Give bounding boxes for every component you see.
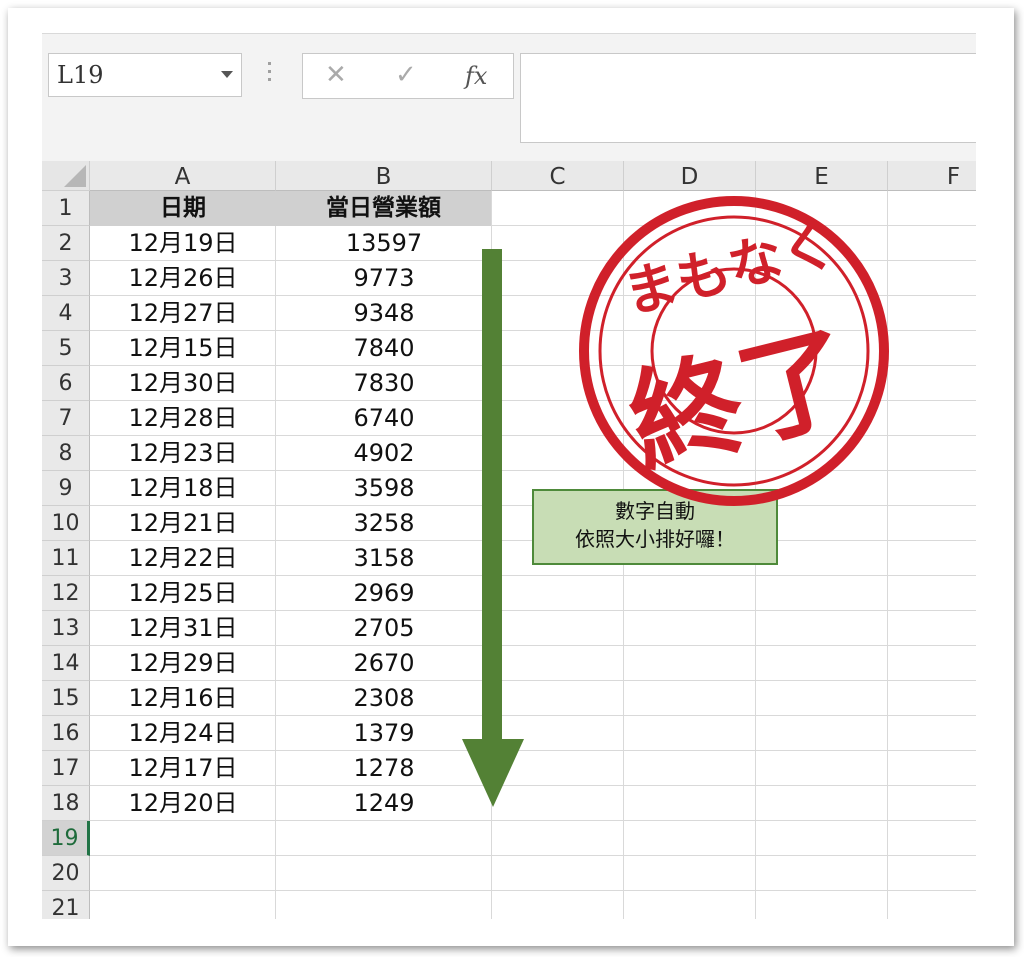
row-header-6[interactable]: 6	[42, 366, 90, 401]
cell-sales[interactable]: 9773	[276, 261, 492, 296]
cell-date[interactable]: 12月28日	[90, 401, 276, 436]
cell-date[interactable]: 12月18日	[90, 471, 276, 506]
row-header-20[interactable]: 20	[42, 856, 90, 891]
row-header-14[interactable]: 14	[42, 646, 90, 681]
name-box[interactable]: L19	[48, 53, 242, 97]
column-header-f[interactable]: F	[888, 161, 976, 191]
cell-date[interactable]: 12月24日	[90, 716, 276, 751]
row-header-21[interactable]: 21	[42, 891, 90, 919]
column-header-b[interactable]: B	[276, 161, 492, 191]
row-header-18[interactable]: 18	[42, 786, 90, 821]
column-header-e[interactable]: E	[756, 161, 888, 191]
ending-stamp-graphic: まもなく 終了	[574, 191, 894, 511]
cell-sales[interactable]: 2969	[276, 576, 492, 611]
chevron-down-icon[interactable]	[221, 71, 233, 78]
column-header-d[interactable]: D	[624, 161, 756, 191]
enter-check-icon[interactable]: ✓	[395, 60, 417, 90]
formula-toolbar: L19 ✕ ✓ fx	[42, 33, 976, 162]
row-header-17[interactable]: 17	[42, 751, 90, 786]
cell-sales[interactable]: 13597	[276, 226, 492, 261]
cell-date[interactable]: 12月25日	[90, 576, 276, 611]
row-header-5[interactable]: 5	[42, 331, 90, 366]
insert-function-icon[interactable]: fx	[465, 62, 487, 90]
cell-sales[interactable]: 2670	[276, 646, 492, 681]
formula-buttons: ✕ ✓ fx	[302, 53, 514, 99]
gridline-horizontal	[90, 890, 976, 891]
cell-date[interactable]: 12月31日	[90, 611, 276, 646]
row-header-19[interactable]: 19	[42, 821, 90, 856]
cell-date[interactable]: 12月17日	[90, 751, 276, 786]
cell-sales[interactable]: 9348	[276, 296, 492, 331]
cell-date[interactable]: 12月26日	[90, 261, 276, 296]
cell-sales[interactable]: 7840	[276, 331, 492, 366]
row-header-13[interactable]: 13	[42, 611, 90, 646]
excel-window: L19 ✕ ✓ fx A B C D E F 1 2 3 4 5 6 7 8 9 10 11 12 13 14 15 16…	[42, 33, 976, 919]
cell-sales[interactable]: 1249	[276, 786, 492, 821]
cell-date[interactable]: 12月21日	[90, 506, 276, 541]
column-header-a[interactable]: A	[90, 161, 276, 191]
row-header-11[interactable]: 11	[42, 541, 90, 576]
cell-date[interactable]: 12月27日	[90, 296, 276, 331]
cell-date[interactable]: 12月22日	[90, 541, 276, 576]
row-header-8[interactable]: 8	[42, 436, 90, 471]
name-box-value: L19	[57, 61, 104, 89]
cell-date[interactable]: 12月23日	[90, 436, 276, 471]
callout-line2: 依照大小排好囉！	[575, 527, 735, 551]
cell-date[interactable]: 12月19日	[90, 226, 276, 261]
row-header-4[interactable]: 4	[42, 296, 90, 331]
cell-sales[interactable]: 2705	[276, 611, 492, 646]
cell-sales[interactable]: 1379	[276, 716, 492, 751]
row-header-15[interactable]: 15	[42, 681, 90, 716]
row-header-2[interactable]: 2	[42, 226, 90, 261]
row-header-9[interactable]: 9	[42, 471, 90, 506]
cell-sales[interactable]: 3258	[276, 506, 492, 541]
cell-sales[interactable]: 6740	[276, 401, 492, 436]
gridline-horizontal	[90, 855, 976, 856]
drag-handle-icon[interactable]	[268, 62, 272, 86]
row-header-10[interactable]: 10	[42, 506, 90, 541]
cell-date[interactable]: 12月30日	[90, 366, 276, 401]
row-header-1[interactable]: 1	[42, 191, 90, 226]
header-cell-sales[interactable]: 當日營業額	[276, 191, 491, 226]
row-header-12[interactable]: 12	[42, 576, 90, 611]
cell-date[interactable]: 12月16日	[90, 681, 276, 716]
cell-date[interactable]: 12月29日	[90, 646, 276, 681]
row-header-16[interactable]: 16	[42, 716, 90, 751]
row-header-7[interactable]: 7	[42, 401, 90, 436]
cell-sales[interactable]: 3598	[276, 471, 492, 506]
cell-sales[interactable]: 7830	[276, 366, 492, 401]
cell-sales[interactable]: 4902	[276, 436, 492, 471]
header-cell-date[interactable]: 日期	[90, 191, 276, 226]
column-header-c[interactable]: C	[492, 161, 624, 191]
row-header-3[interactable]: 3	[42, 261, 90, 296]
formula-bar-input[interactable]	[520, 53, 976, 143]
cell-date[interactable]: 12月15日	[90, 331, 276, 366]
cell-date[interactable]: 12月20日	[90, 786, 276, 821]
cell-sales[interactable]: 1278	[276, 751, 492, 786]
down-arrow-graphic	[462, 249, 526, 809]
select-all-corner[interactable]	[42, 161, 90, 191]
cancel-icon[interactable]: ✕	[325, 60, 347, 90]
cell-sales[interactable]: 2308	[276, 681, 492, 716]
cell-sales[interactable]: 3158	[276, 541, 492, 576]
